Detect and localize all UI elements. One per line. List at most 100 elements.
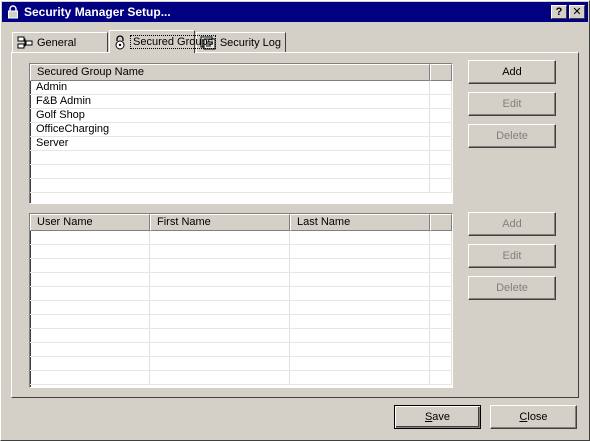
user-cell	[430, 245, 452, 258]
user-cell	[430, 371, 452, 384]
delete-user-button[interactable]: Delete	[468, 276, 556, 300]
group-name-cell: OfficeCharging	[30, 123, 430, 136]
tab-secured-groups[interactable]: Secured Groups	[109, 30, 217, 53]
empty-row	[30, 343, 452, 357]
user-cell	[290, 301, 430, 314]
user-cell	[30, 315, 150, 328]
help-button[interactable]: ?	[551, 5, 567, 19]
user-cell	[290, 329, 430, 342]
group-name-cell: F&B Admin	[30, 95, 430, 108]
column-header-last-name[interactable]: Last Name	[290, 214, 430, 231]
filler-cell	[430, 95, 452, 108]
secured-groups-list[interactable]: Secured Group Name Admin F&B Admin Golf Sh…	[29, 63, 453, 204]
user-cell	[430, 301, 452, 314]
group-name-cell: Server	[30, 137, 430, 150]
user-cell	[30, 273, 150, 286]
filler-cell	[430, 179, 452, 192]
window-title: Security Manager Setup...	[24, 5, 171, 19]
user-cell	[150, 245, 290, 258]
empty-cell	[30, 179, 430, 192]
users-list-body	[30, 231, 452, 385]
empty-cell	[30, 151, 430, 164]
empty-row	[30, 287, 452, 301]
user-cell	[290, 273, 430, 286]
group-list-item[interactable]: F&B Admin	[30, 95, 452, 109]
user-cell	[290, 259, 430, 272]
user-cell	[150, 273, 290, 286]
groups-list-header: Secured Group Name	[30, 64, 452, 81]
tab-secured-groups-label: Secured Groups	[130, 35, 217, 49]
user-cell	[150, 259, 290, 272]
empty-row	[30, 273, 452, 287]
security-manager-window: Security Manager Setup... ? ✕ General Se…	[0, 0, 590, 441]
empty-row	[30, 179, 452, 193]
close-button[interactable]: Close	[490, 405, 577, 429]
empty-row	[30, 151, 452, 165]
user-cell	[150, 371, 290, 384]
user-cell	[430, 231, 452, 244]
user-cell	[150, 287, 290, 300]
tab-general-label: General	[37, 36, 77, 49]
save-button[interactable]: Save	[394, 405, 481, 429]
lock-icon	[5, 4, 21, 20]
user-cell	[430, 343, 452, 356]
user-cell	[290, 343, 430, 356]
user-cell	[30, 231, 150, 244]
group-name-cell: Golf Shop	[30, 109, 430, 122]
user-cell	[30, 245, 150, 258]
column-header-user-name[interactable]: User Name	[30, 214, 150, 231]
filler-cell	[430, 109, 452, 122]
user-cell	[150, 315, 290, 328]
lock-icon	[113, 34, 127, 50]
delete-group-button[interactable]: Delete	[468, 124, 556, 148]
user-cell	[30, 287, 150, 300]
tab-general[interactable]: General	[12, 32, 108, 52]
filler-cell	[430, 165, 452, 178]
add-group-button[interactable]: Add	[468, 60, 556, 84]
group-users-list[interactable]: User Name First Name Last Name	[29, 213, 453, 388]
user-cell	[430, 315, 452, 328]
empty-row	[30, 329, 452, 343]
empty-row	[30, 231, 452, 245]
user-cell	[430, 259, 452, 272]
group-list-item[interactable]: OfficeCharging	[30, 123, 452, 137]
empty-row	[30, 357, 452, 371]
group-name-cell: Admin	[30, 81, 430, 94]
user-cell	[150, 343, 290, 356]
user-cell	[150, 357, 290, 370]
edit-group-button[interactable]: Edit	[468, 92, 556, 116]
user-cell	[30, 357, 150, 370]
filler-cell	[430, 151, 452, 164]
save-hotkey: S	[424, 411, 433, 423]
edit-user-button[interactable]: Edit	[468, 244, 556, 268]
user-cell	[290, 287, 430, 300]
user-cell	[430, 287, 452, 300]
user-cell	[430, 357, 452, 370]
close-window-button[interactable]: ✕	[569, 5, 585, 19]
empty-row	[30, 259, 452, 273]
user-cell	[150, 231, 290, 244]
user-cell	[30, 301, 150, 314]
column-header-first-name[interactable]: First Name	[150, 214, 290, 231]
column-header-filler	[430, 214, 452, 231]
tab-security-log-label: Security Log	[219, 36, 281, 49]
filler-cell	[430, 81, 452, 94]
group-list-item[interactable]: Golf Shop	[30, 109, 452, 123]
empty-cell	[30, 165, 430, 178]
user-cell	[290, 371, 430, 384]
user-cell	[290, 245, 430, 258]
title-bar[interactable]: Security Manager Setup... ? ✕	[2, 2, 588, 22]
empty-row	[30, 301, 452, 315]
close-label-rest: lose	[527, 411, 548, 423]
close-hotkey: C	[519, 411, 528, 423]
user-cell	[150, 301, 290, 314]
empty-row	[30, 245, 452, 259]
save-label-rest: ave	[432, 411, 451, 423]
user-cell	[290, 231, 430, 244]
filler-cell	[430, 137, 452, 150]
column-header-secured-group-name[interactable]: Secured Group Name	[30, 64, 430, 81]
user-cell	[30, 371, 150, 384]
group-list-item[interactable]: Admin	[30, 81, 452, 95]
group-list-item[interactable]: Server	[30, 137, 452, 151]
add-user-button[interactable]: Add	[468, 212, 556, 236]
